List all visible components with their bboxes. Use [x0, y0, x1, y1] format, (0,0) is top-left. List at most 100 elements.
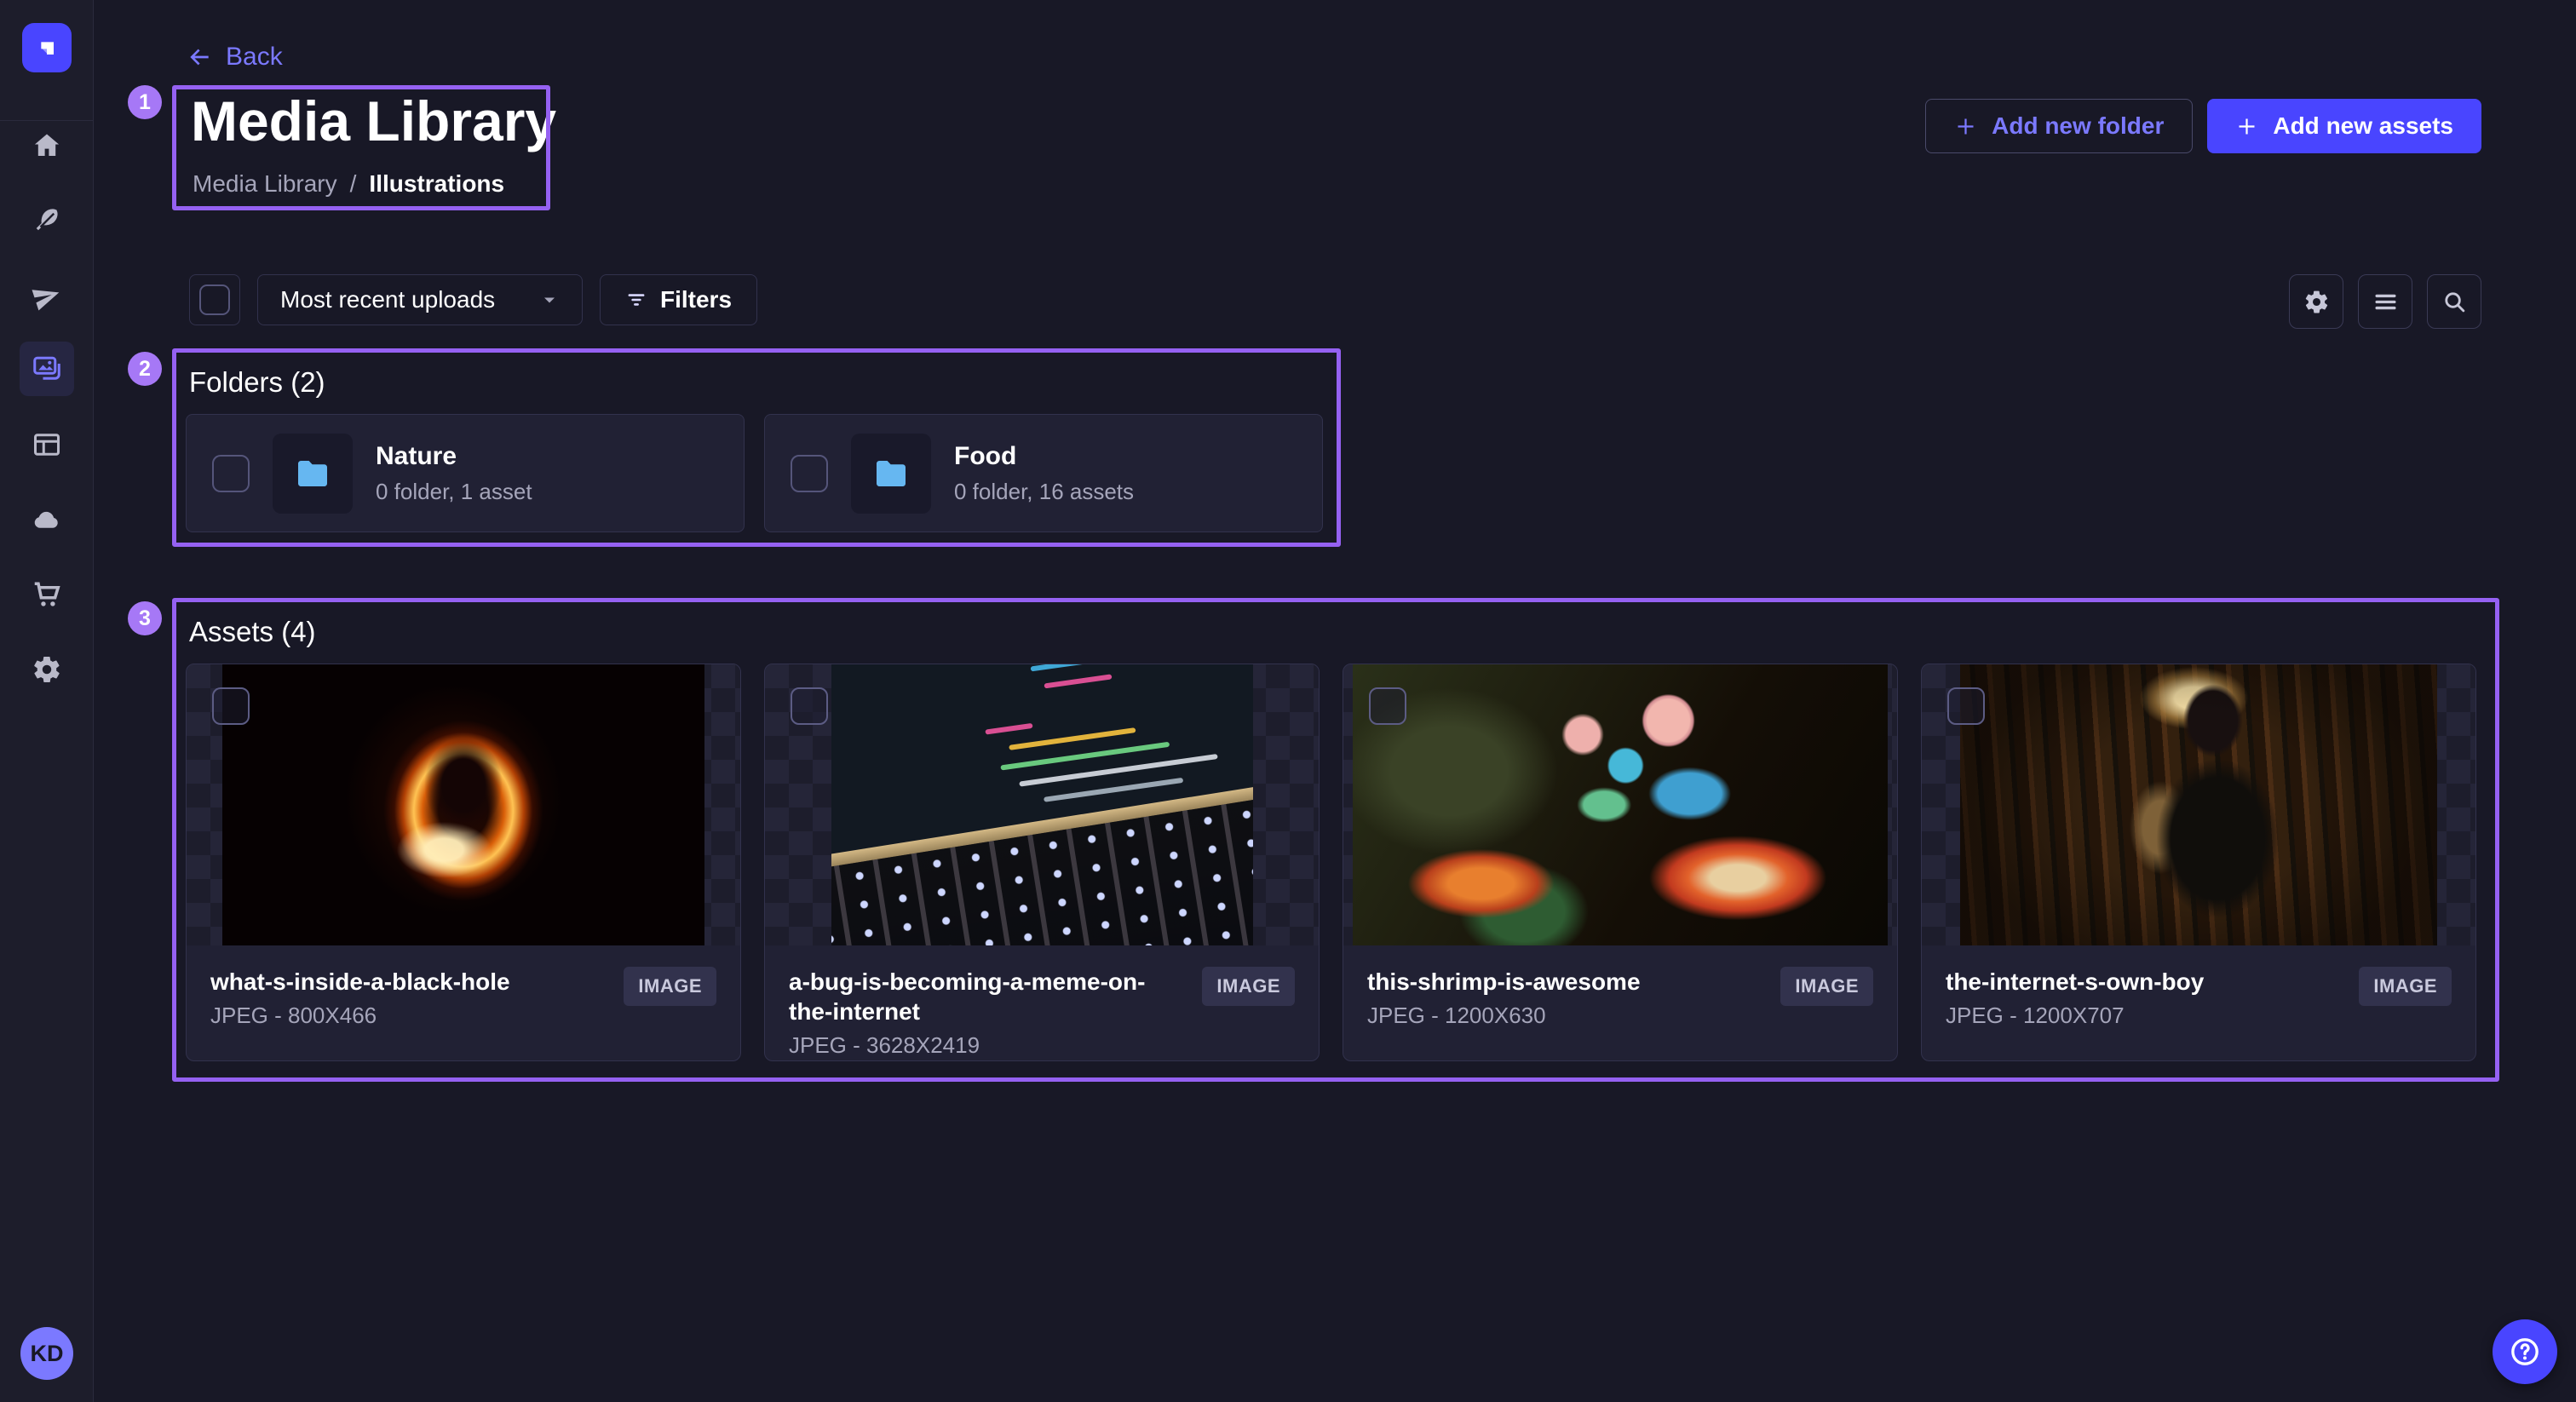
asset-info: what-s-inside-a-black-hole JPEG - 800X46…: [187, 945, 740, 1029]
sidebar-item-releases[interactable]: [20, 269, 74, 324]
asset-info: the-internet-s-own-boy JPEG - 1200X707 I…: [1922, 945, 2475, 1029]
page-title: Media Library: [191, 89, 556, 153]
filters-button[interactable]: Filters: [600, 274, 757, 325]
folder-meta: 0 folder, 16 assets: [954, 479, 1134, 505]
question-mark-icon: [2508, 1335, 2542, 1369]
asset-meta: JPEG - 1200X707: [1946, 1003, 2204, 1029]
breadcrumb: Media Library / Illustrations: [193, 170, 504, 198]
strapi-logo-icon: [33, 34, 60, 61]
search-button[interactable]: [2427, 274, 2481, 329]
asset-info: this-shrimp-is-awesome JPEG - 1200X630 I…: [1343, 945, 1897, 1029]
sidebar-item-content[interactable]: [20, 193, 74, 248]
help-button[interactable]: [2493, 1319, 2557, 1384]
folders-heading: Folders (2): [189, 366, 325, 399]
folder-card-nature[interactable]: Nature 0 folder, 1 asset: [186, 414, 745, 532]
asset-meta: JPEG - 3628X2419: [789, 1032, 1187, 1059]
breadcrumb-parent[interactable]: Media Library: [193, 170, 337, 198]
add-new-assets-label: Add new assets: [2273, 112, 2453, 140]
asset-checkbox[interactable]: [1947, 687, 1985, 725]
strapi-logo[interactable]: [22, 23, 72, 72]
asset-checkbox[interactable]: [1369, 687, 1406, 725]
asset-list: what-s-inside-a-black-hole JPEG - 800X46…: [186, 664, 2476, 1061]
add-new-folder-label: Add new folder: [1992, 112, 2164, 140]
feather-icon: [32, 205, 62, 236]
sort-dropdown[interactable]: Most recent uploads: [257, 274, 583, 325]
filters-label: Filters: [660, 286, 732, 313]
asset-card-shrimp[interactable]: this-shrimp-is-awesome JPEG - 1200X630 I…: [1343, 664, 1898, 1061]
filter-icon: [625, 289, 647, 311]
mantis-shrimp-photo: [1353, 664, 1888, 945]
folder-name: Nature: [376, 442, 532, 471]
asset-type-badge: IMAGE: [1780, 967, 1873, 1006]
sidebar-item-settings[interactable]: [20, 642, 74, 697]
user-avatar[interactable]: KD: [20, 1327, 73, 1380]
asset-thumbnail-area: [765, 664, 1319, 945]
asset-name: this-shrimp-is-awesome: [1367, 967, 1641, 997]
annotation-badge-1: 1: [128, 85, 162, 119]
breadcrumb-current: Illustrations: [369, 170, 504, 198]
sidebar-item-content-type-builder[interactable]: [20, 417, 74, 472]
list-icon: [2372, 289, 2399, 315]
folder-name: Food: [954, 442, 1134, 471]
folder-card-food[interactable]: Food 0 folder, 16 assets: [764, 414, 1323, 532]
asset-card-internets-own-boy[interactable]: the-internet-s-own-boy JPEG - 1200X707 I…: [1921, 664, 2476, 1061]
folder-tile: [851, 434, 931, 514]
select-all-checkbox-wrapper[interactable]: [189, 274, 240, 325]
folder-texts: Food 0 folder, 16 assets: [954, 442, 1134, 505]
cart-icon: [32, 579, 62, 610]
folder-meta: 0 folder, 1 asset: [376, 479, 532, 505]
folder-checkbox[interactable]: [212, 455, 250, 492]
asset-info: a-bug-is-becoming-a-meme-on-the-internet…: [765, 945, 1319, 1059]
folder-icon: [292, 453, 333, 494]
view-options: [2289, 274, 2481, 329]
sort-dropdown-value: Most recent uploads: [280, 286, 495, 313]
plus-icon: [1954, 115, 1977, 138]
add-new-folder-button[interactable]: Add new folder: [1925, 99, 2193, 153]
media-library-icon: [32, 353, 62, 384]
search-icon: [2441, 289, 2468, 315]
avatar-initials: KD: [31, 1341, 64, 1367]
gear-icon: [32, 654, 62, 685]
folder-checkbox[interactable]: [791, 455, 828, 492]
breadcrumb-separator: /: [350, 170, 357, 198]
asset-checkbox[interactable]: [212, 687, 250, 725]
sidebar-item-deploy[interactable]: [20, 492, 74, 547]
sidebar-item-home[interactable]: [20, 118, 74, 173]
sidebar-item-marketplace[interactable]: [20, 567, 74, 622]
cloud-icon: [32, 504, 62, 535]
annotation-badge-3: 3: [128, 601, 162, 635]
back-label: Back: [226, 43, 283, 72]
library-portrait-photo: [1960, 664, 2437, 945]
asset-texts: this-shrimp-is-awesome JPEG - 1200X630: [1367, 967, 1641, 1029]
layout-icon: [32, 429, 62, 460]
sidebar: KD: [0, 0, 94, 1402]
assets-heading: Assets (4): [189, 616, 316, 648]
back-link[interactable]: Back: [186, 43, 283, 72]
asset-name: what-s-inside-a-black-hole: [210, 967, 510, 997]
asset-thumbnail-area: [187, 664, 740, 945]
folder-icon: [871, 453, 911, 494]
select-all-checkbox[interactable]: [199, 284, 230, 315]
asset-meta: JPEG - 1200X630: [1367, 1003, 1641, 1029]
annotation-badge-2: 2: [128, 352, 162, 386]
gear-icon: [2303, 289, 2330, 315]
asset-type-badge: IMAGE: [1202, 967, 1295, 1006]
laptop-code-photo: [831, 664, 1253, 945]
home-icon: [32, 130, 62, 161]
arrow-left-icon: [186, 43, 213, 71]
sidebar-item-media-library[interactable]: [20, 342, 74, 396]
asset-meta: JPEG - 800X466: [210, 1003, 510, 1029]
asset-type-badge: IMAGE: [2359, 967, 2452, 1006]
toolbar: Most recent uploads Filters: [189, 274, 757, 325]
configure-view-button[interactable]: [2289, 274, 2343, 329]
plus-icon: [2235, 115, 2258, 138]
paper-plane-icon: [32, 281, 62, 312]
list-view-button[interactable]: [2358, 274, 2412, 329]
asset-texts: the-internet-s-own-boy JPEG - 1200X707: [1946, 967, 2204, 1029]
folder-texts: Nature 0 folder, 1 asset: [376, 442, 532, 505]
asset-card-bug-meme[interactable]: a-bug-is-becoming-a-meme-on-the-internet…: [764, 664, 1320, 1061]
add-new-assets-button[interactable]: Add new assets: [2207, 99, 2481, 153]
asset-checkbox[interactable]: [791, 687, 828, 725]
asset-type-badge: IMAGE: [624, 967, 716, 1006]
asset-card-black-hole[interactable]: what-s-inside-a-black-hole JPEG - 800X46…: [186, 664, 741, 1061]
